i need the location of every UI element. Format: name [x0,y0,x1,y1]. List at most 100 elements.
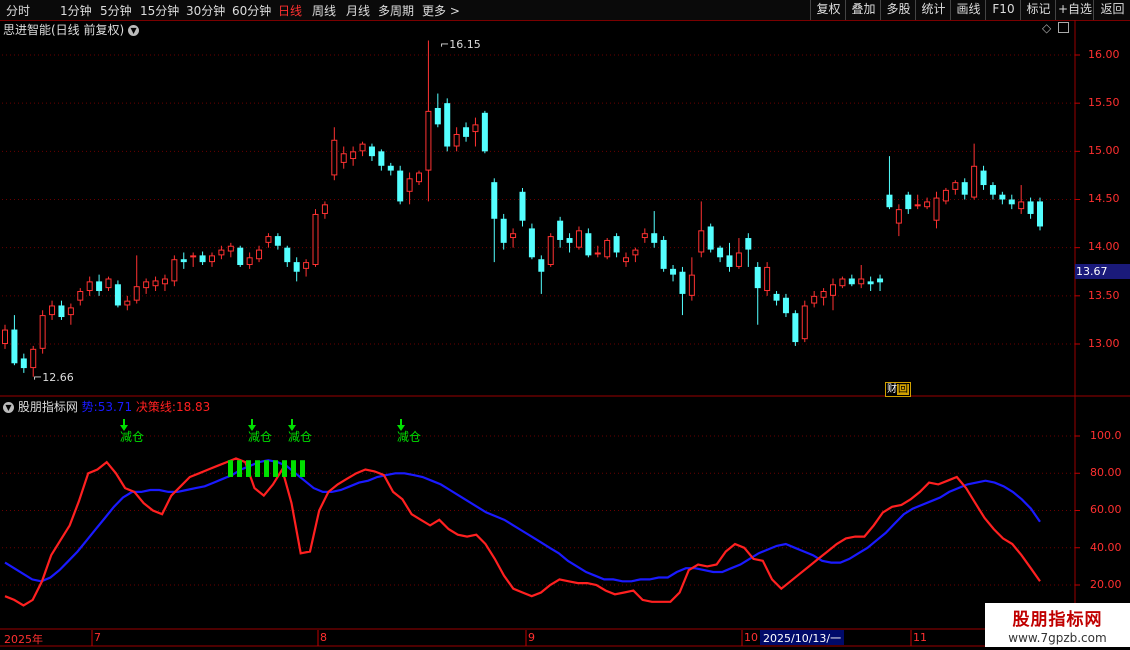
signal-bar [291,460,296,477]
candle-up [331,139,338,176]
candle-up [30,348,37,369]
candle-down [877,278,884,283]
watermark-url: www.7gpzb.com [1008,631,1107,645]
candle-up [49,305,56,316]
signal-reduce-label: 减仓 [120,430,145,444]
overlay-button[interactable]: 叠加 [845,0,881,20]
candle-up [2,329,8,344]
period-tab[interactable]: 月线 [346,2,370,19]
period-tab[interactable]: 30分钟 [186,2,225,19]
draw-line-button[interactable]: 画线 [950,0,986,20]
f10-button[interactable]: F10 [985,0,1021,20]
candle-up [1018,201,1025,210]
period-tab[interactable]: 15分钟 [140,2,179,19]
candle-up [688,274,695,296]
line1-value: 53.71 [97,400,133,414]
candlestick-series [2,40,1043,377]
signal-bar [237,460,242,477]
candle-up [933,197,940,221]
chevron-down-icon[interactable]: ▼ [128,25,140,36]
candle-up [811,295,818,304]
mark-button[interactable]: 标记 [1020,0,1056,20]
candle-up [839,278,846,287]
candle-down [284,247,291,263]
candle-up [735,252,742,267]
candle-up [359,143,366,152]
candle-up [171,259,178,282]
candle-up [858,278,865,285]
more-menu[interactable]: 更多 > [422,2,460,19]
candle-up [952,182,959,190]
back-button[interactable]: 返回 [1093,0,1130,20]
statistics-button[interactable]: 统计 [915,0,951,20]
finance-badge[interactable]: 财回 [885,382,911,397]
date-month-label: 7 [94,631,101,644]
candle-up [340,153,347,163]
stock-title: 思进智能(日线 前复权) [3,23,125,37]
candle-up [161,278,168,285]
period-tab[interactable]: 周线 [312,2,336,19]
decision-line-red [4,457,1041,607]
signal-bar [246,460,251,477]
date-year-label: 2025年 [4,633,43,646]
indicator-tick: 80.00 [1090,466,1122,479]
date-axis: 2025年 7 8 9 10 11 [0,631,1076,646]
date-month-label: 10 [744,631,758,644]
candle-down [481,112,488,152]
candle-down [848,278,855,285]
candle-up [350,151,357,160]
candle-down [434,107,441,125]
candle-down [660,239,667,269]
candle-up [321,204,328,214]
signal-bar [282,460,287,477]
high-price-label: ⌐16.15 [440,38,481,51]
watermark-logo: 股朋指标网 www.7gpzb.com [985,603,1130,647]
signal-reduce-label: 减仓 [248,430,273,444]
candle-down [20,358,27,369]
candle-up [924,201,931,208]
chart-canvas[interactable] [0,0,1130,650]
restore-rights-button[interactable]: 复权 [810,0,846,20]
period-tab[interactable]: 1分钟 [60,2,92,19]
candle-up [406,178,413,192]
candle-down [773,293,780,301]
settings-small-icon[interactable] [1058,22,1069,33]
candle-down [782,297,789,314]
chevron-down-icon[interactable]: ▼ [3,402,14,413]
candle-up [303,262,310,269]
date-month-label: 11 [913,631,927,644]
candle-down [378,151,385,166]
period-tab[interactable]: 5分钟 [100,2,132,19]
last-price-value: 13.67 [1076,265,1108,278]
candle-up [453,133,460,147]
period-tab[interactable]: 分时 [6,2,30,19]
period-tab[interactable]: 多周期 [378,2,414,19]
date-month-label: 8 [320,631,327,644]
line1-label: 势: [81,400,98,414]
period-toolbar: 分时 1分钟 5分钟 15分钟 30分钟 60分钟 日线 周线 月线 多周期 更… [0,0,1130,21]
multi-stock-button[interactable]: 多股 [880,0,916,20]
diamond-icon[interactable]: ◇ [1042,21,1051,35]
candle-up [143,281,150,289]
indicator-tick: 100.0 [1090,429,1122,442]
candle-down [463,127,470,137]
price-tick: 13.50 [1088,289,1120,302]
price-tick: 15.50 [1088,96,1120,109]
signal-bar [264,460,269,477]
signal-bar [255,460,260,477]
candle-up [472,124,479,133]
candle-down [444,103,451,147]
price-tick: 14.00 [1088,240,1120,253]
candle-down [980,170,987,186]
period-tab[interactable]: 60分钟 [232,2,271,19]
candle-down [961,182,968,195]
candle-down [1037,201,1043,227]
add-favorite-button[interactable]: +自选 [1055,0,1094,20]
period-tab-active[interactable]: 日线 [278,2,302,19]
candle-up [914,204,921,207]
candle-up [641,233,648,239]
signal-reduce-label: 减仓 [397,430,422,444]
candle-up [133,286,140,301]
candle-up [39,315,46,349]
price-tick: 16.00 [1088,48,1120,61]
